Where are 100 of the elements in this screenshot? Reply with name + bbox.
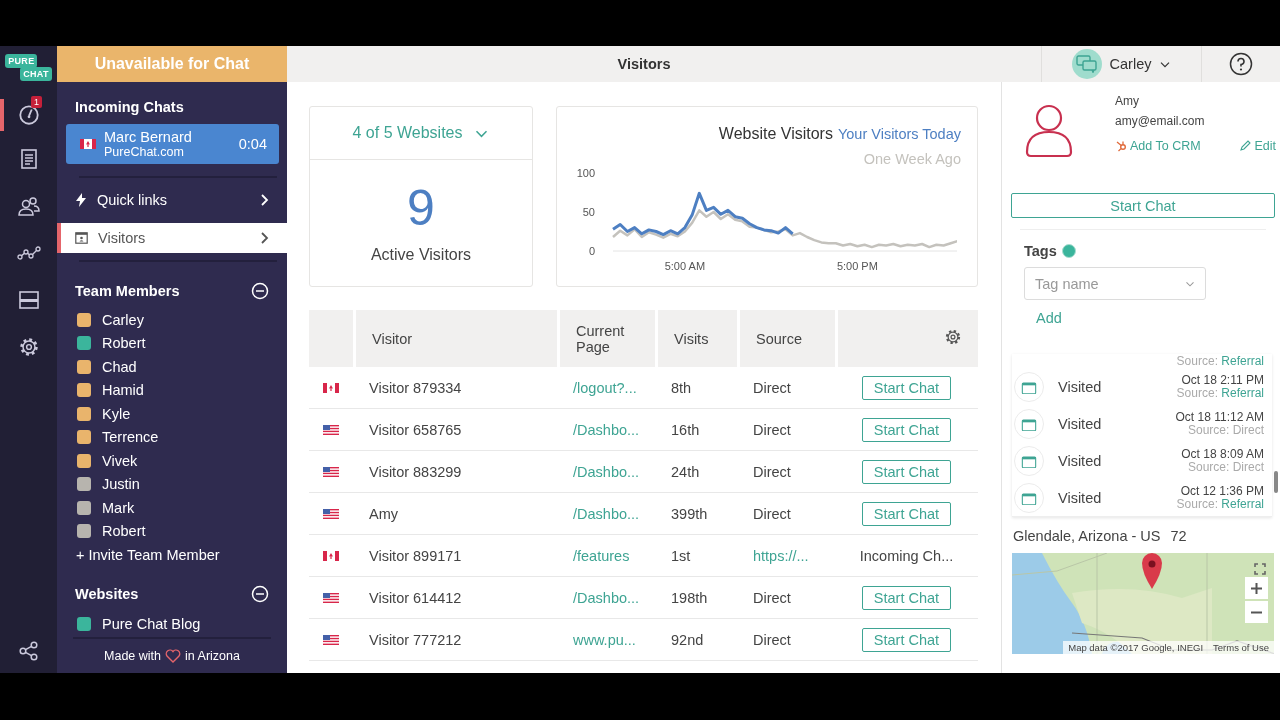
start-chat-button[interactable]: Start Chat [861, 417, 952, 442]
activity-label: Visited [1058, 378, 1103, 395]
zoom-out-button[interactable] [1245, 601, 1268, 623]
status-dot [1061, 244, 1076, 258]
start-chat-button[interactable]: Start Chat [861, 459, 952, 484]
footer-text: Made with [104, 649, 162, 663]
settings-icon[interactable] [17, 335, 40, 358]
collapse-icon[interactable] [251, 282, 269, 300]
source-label: Source: [1176, 385, 1218, 400]
nav-item[interactable]: Visitors [57, 223, 287, 253]
heart-icon [165, 649, 182, 663]
chat-website: PureChat.com [104, 145, 185, 159]
chat-status: Incoming Ch... [859, 547, 954, 564]
team-member-name: Mark [102, 499, 135, 516]
availability-banner[interactable]: Unavailable for Chat [57, 46, 287, 82]
team-member-name: Vivek [102, 452, 138, 469]
sprocket-icon [1115, 140, 1127, 152]
page-link[interactable]: /Dashbo... [557, 451, 655, 493]
tag-select[interactable]: Tag name [1024, 267, 1206, 300]
fullscreen-icon[interactable] [1254, 563, 1266, 575]
start-chat-button[interactable]: Start Chat [1011, 193, 1275, 218]
share-icon[interactable] [18, 641, 39, 661]
start-chat-button[interactable]: Start Chat [861, 627, 952, 652]
activity-label: Visited [1058, 489, 1103, 506]
page-title: Visitors [617, 56, 671, 72]
source-label: Source: [1187, 459, 1230, 474]
column-header: Current Page [557, 310, 655, 367]
document-icon[interactable] [18, 147, 39, 170]
activity-label: Visited [1058, 415, 1103, 432]
source-link[interactable]: Referral [1221, 496, 1264, 511]
add-to-crm-link[interactable]: Add To CRM [1115, 139, 1201, 153]
browser-icon [75, 232, 88, 244]
source-label: Source: [1176, 354, 1218, 368]
visitor-name[interactable]: Visitor 879334 [353, 367, 557, 409]
start-chat-button[interactable]: Start Chat [861, 375, 952, 400]
us-flag-icon [323, 592, 339, 603]
source-value: Direct [1232, 459, 1264, 474]
terms-link[interactable]: Terms of Use [1213, 642, 1269, 653]
visitor-name[interactable]: Visitor 883299 [353, 451, 557, 493]
plus-icon [1251, 582, 1262, 594]
people-icon[interactable] [16, 194, 41, 217]
contact-name: Amy [1115, 94, 1140, 108]
page-link[interactable]: /logout?... [557, 367, 655, 409]
location-code: 72 [1170, 528, 1187, 544]
contact-email: amy@email.com [1115, 114, 1206, 128]
visitor-name[interactable]: Visitor 777212 [353, 619, 557, 661]
edit-link[interactable]: Edit [1239, 139, 1276, 153]
axis-tick-label: 5:00 AM [664, 260, 706, 272]
us-flag-icon [323, 424, 339, 435]
user-menu[interactable]: Carley [1041, 46, 1202, 82]
footer-text: in Arizona [185, 649, 240, 663]
team-member-name: Terrence [102, 429, 159, 446]
chevron-down-icon [1159, 60, 1172, 68]
team-member-name: Hamid [102, 382, 144, 399]
source-link[interactable]: https://... [737, 535, 835, 577]
visitor-name[interactable]: Visitor 658765 [353, 409, 557, 451]
visitor-name[interactable]: Visitor 899171 [353, 535, 557, 577]
column-header: Visits [655, 310, 737, 367]
page-link[interactable]: /Dashbo... [557, 577, 655, 619]
invite-link[interactable]: + Invite Team Member [76, 547, 220, 563]
source-label: Source: [1187, 422, 1230, 437]
activity-time: Oct 12 1:36 PM [1180, 484, 1264, 498]
visitor-name[interactable]: Visitor 614412 [353, 577, 557, 619]
scrollbar-thumb [1274, 471, 1278, 493]
visitor-name[interactable]: Amy [353, 493, 557, 535]
source-link[interactable]: Referral [1221, 385, 1264, 400]
axis-tick-label: 100 [576, 167, 595, 179]
source-cell: Direct [737, 619, 835, 661]
source-value: Direct [1232, 422, 1264, 437]
browser-window-icon[interactable] [18, 290, 39, 309]
chevron-down-icon [1185, 280, 1195, 287]
gauge-icon[interactable] [17, 104, 40, 126]
chevron-right-icon [259, 193, 269, 207]
analytics-icon[interactable] [16, 245, 41, 260]
collapse-icon[interactable] [251, 585, 269, 603]
notification-badge: 1 [31, 96, 42, 108]
start-chat-button[interactable]: Start Chat [861, 501, 952, 526]
incoming-chat-card[interactable]: Marc Bernard PureChat.com 0:04 [66, 124, 279, 164]
add-tag-link[interactable]: Add [1036, 310, 1062, 326]
websites-dropdown[interactable]: 4 of 5 Websites [310, 107, 532, 160]
visits-cell: 24th [655, 451, 737, 493]
settings-icon[interactable] [944, 328, 962, 346]
page-link[interactable]: www.pu... [557, 619, 655, 661]
website-name: Pure Chat Blog [102, 615, 201, 632]
logo-text: CHAT [20, 67, 52, 81]
zoom-in-button[interactable] [1245, 577, 1268, 599]
help-icon[interactable] [1229, 52, 1253, 76]
page-link[interactable]: /features [557, 535, 655, 577]
team-member-name: Robert [102, 523, 146, 540]
lightning-icon [75, 193, 87, 207]
visitor-count: 9 [406, 180, 436, 236]
pencil-icon [1239, 140, 1252, 152]
team-member-name: Carley [102, 311, 144, 328]
page-link[interactable]: /Dashbo... [557, 493, 655, 535]
start-chat-button[interactable]: Start Chat [861, 585, 952, 610]
axis-tick-label: 0 [588, 245, 595, 257]
source-link[interactable]: Referral [1221, 354, 1264, 368]
nav-item[interactable]: Quick links [57, 185, 287, 215]
page-link[interactable]: /Dashbo... [557, 409, 655, 451]
map-attribution: Map data ©2017 Google, INEGI [1068, 642, 1204, 653]
